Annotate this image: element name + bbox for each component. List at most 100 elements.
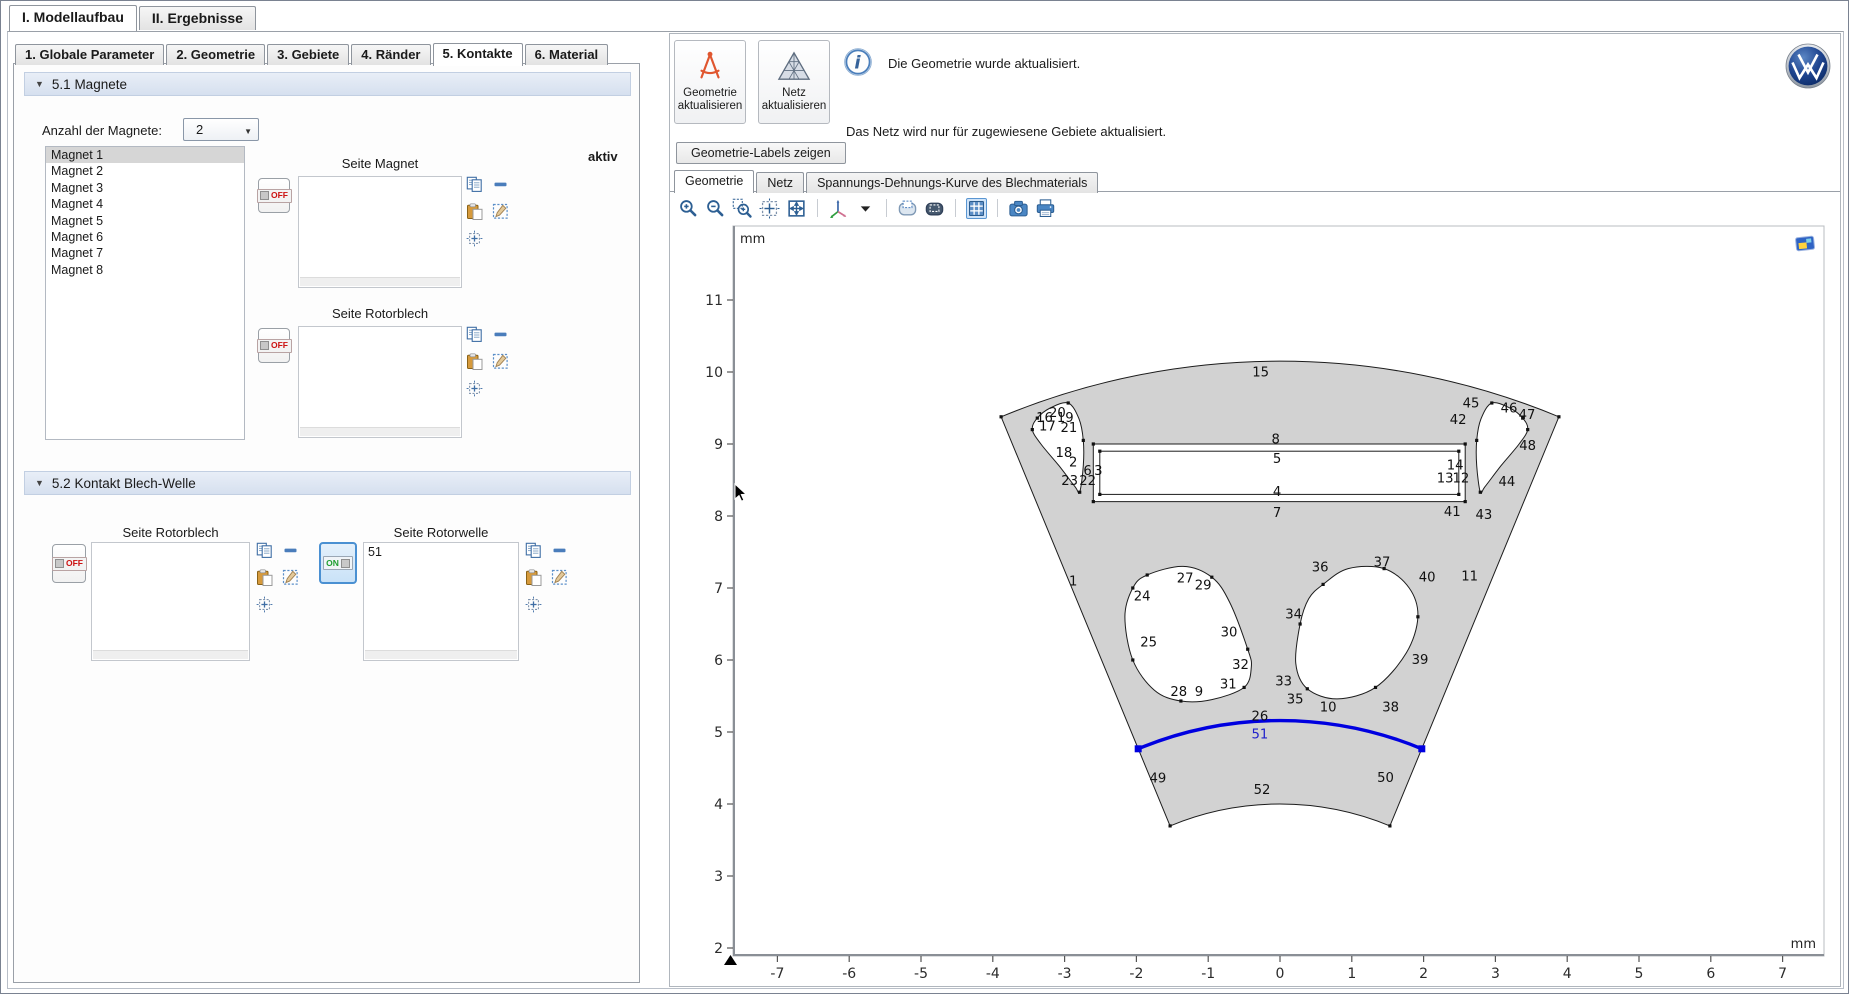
dropdown-caret-icon[interactable] — [855, 198, 876, 219]
sub-tab-5[interactable]: 5. Kontakte — [433, 43, 523, 66]
seite-magnet-toggle-off[interactable]: OFF — [258, 178, 290, 213]
copy-icon[interactable] — [256, 542, 273, 559]
vertex-dot — [1092, 500, 1095, 503]
view-tab-3[interactable]: Spannungs-Dehnungs-Kurve des Blechmateri… — [806, 172, 1098, 193]
view-tab-2[interactable]: Netz — [756, 172, 804, 193]
show-geometry-labels-button[interactable]: Geometrie-Labels zeigen — [676, 142, 846, 164]
compass-icon — [691, 49, 729, 83]
info-icon: i — [842, 46, 874, 78]
zoom-selection-icon[interactable] — [256, 596, 273, 613]
camera-icon[interactable] — [1008, 198, 1029, 219]
kontakte-settings-panel: ▼ 5.1 Magnete Anzahl der Magnete: 2 ▼ Ma… — [13, 63, 640, 983]
sub-tab-6[interactable]: 6. Material — [525, 44, 609, 65]
remove-icon[interactable] — [492, 176, 509, 193]
hscrollbar[interactable] — [300, 427, 460, 436]
copy-icon[interactable] — [466, 176, 483, 193]
main-tab-1[interactable]: I. Modellaufbau — [9, 5, 137, 31]
edge-label-20: 20 — [1049, 406, 1066, 421]
zoom-in-icon[interactable] — [678, 198, 699, 219]
magnet-list-item[interactable]: Magnet 7 — [46, 245, 244, 261]
section-header-kontakt[interactable]: ▼ 5.2 Kontakt Blech-Welle — [24, 471, 631, 495]
magnet-list-item[interactable]: Magnet 6 — [46, 229, 244, 245]
magnet-list-item[interactable]: Magnet 8 — [46, 262, 244, 278]
magnet-list-item[interactable]: Magnet 1 — [46, 147, 244, 163]
edge-label-27: 27 — [1177, 571, 1194, 586]
vertex-dot — [1131, 658, 1134, 661]
zoom-selection-icon[interactable] — [525, 596, 542, 613]
axis-orientation-icon[interactable] — [828, 198, 849, 219]
scene-dark-icon[interactable] — [924, 198, 945, 219]
hscrollbar[interactable] — [93, 650, 248, 659]
grid-icon[interactable] — [966, 198, 987, 219]
kontakt-rotorblech-selection-box[interactable] — [91, 542, 250, 661]
clear-selection-icon[interactable] — [282, 569, 299, 586]
paste-icon[interactable] — [466, 203, 483, 220]
x-tick-label: -6 — [842, 966, 856, 982]
chevron-down-icon: ▼ — [244, 127, 252, 136]
toggle-square-icon — [260, 191, 269, 200]
magnet-list[interactable]: Magnet 1Magnet 2Magnet 3Magnet 4Magnet 5… — [45, 146, 245, 440]
zoom-selection-icon[interactable] — [466, 380, 483, 397]
edge-label-9: 9 — [1195, 685, 1203, 700]
clear-selection-icon[interactable] — [492, 353, 509, 370]
remove-icon[interactable] — [551, 542, 568, 559]
sub-tab-1[interactable]: 1. Globale Parameter — [15, 44, 164, 65]
magnet-list-item[interactable]: Magnet 5 — [46, 213, 244, 229]
y-tick-label: 4 — [714, 797, 723, 813]
kontakt-rotorwelle-toggle-on[interactable]: ON — [319, 542, 357, 584]
edge-label-10: 10 — [1320, 700, 1337, 715]
remove-icon[interactable] — [282, 542, 299, 559]
toolbar-separator — [886, 199, 887, 217]
vertex-dot — [1557, 415, 1560, 418]
vertex-dot — [1098, 450, 1101, 453]
zoom-out-icon[interactable] — [705, 198, 726, 219]
toolbar-separator — [997, 199, 998, 217]
copy-icon[interactable] — [466, 326, 483, 343]
scene-light-icon[interactable] — [897, 198, 918, 219]
magnet-list-item[interactable]: Magnet 2 — [46, 163, 244, 179]
section-title: 5.1 Magnete — [52, 77, 127, 92]
main-tab-2[interactable]: II. Ergebnisse — [139, 6, 256, 30]
kontakt-rotorwelle-selection-box[interactable]: 51 — [363, 542, 519, 661]
paste-icon[interactable] — [256, 569, 273, 586]
selection-toolbar — [466, 176, 509, 247]
snapshot-icon[interactable] — [1795, 236, 1814, 251]
clear-selection-icon[interactable] — [551, 569, 568, 586]
kontakt-rotorblech-toggle-off[interactable]: OFF — [52, 544, 86, 583]
hscrollbar[interactable] — [365, 650, 517, 659]
seite-rotorblech-toggle-off[interactable]: OFF — [258, 328, 290, 363]
update-mesh-button[interactable]: Netz aktualisieren — [758, 40, 830, 124]
update-geometry-button[interactable]: Geometrie aktualisieren — [674, 40, 746, 124]
hscrollbar[interactable] — [300, 277, 460, 286]
edge-label-15: 15 — [1252, 366, 1269, 381]
vertex-dot — [1031, 428, 1034, 431]
seite-magnet-selection-box[interactable] — [298, 176, 462, 288]
plot-canvas[interactable]: -7-6-5-4-3-2-101234567234567891011mmmm12… — [688, 218, 1838, 994]
paste-icon[interactable] — [466, 353, 483, 370]
vertex-dot — [1092, 442, 1095, 445]
print-icon[interactable] — [1035, 198, 1056, 219]
view-tab-1[interactable]: Geometrie — [674, 170, 754, 193]
magnet-list-item[interactable]: Magnet 4 — [46, 196, 244, 212]
zoom-box-icon[interactable] — [732, 198, 753, 219]
section-header-magnete[interactable]: ▼ 5.1 Magnete — [24, 72, 631, 96]
paste-icon[interactable] — [525, 569, 542, 586]
zoom-extents-icon[interactable] — [786, 198, 807, 219]
clear-selection-icon[interactable] — [492, 203, 509, 220]
graphics-panel: Geometrie aktualisieren Netz aktualisier… — [669, 33, 1841, 987]
seite-rotorblech-selection-box[interactable] — [298, 326, 462, 438]
sub-tab-3[interactable]: 3. Gebiete — [267, 44, 349, 65]
remove-icon[interactable] — [492, 326, 509, 343]
vertex-dot — [1246, 648, 1249, 651]
magnet-list-item[interactable]: Magnet 3 — [46, 180, 244, 196]
sub-tab-2[interactable]: 2. Geometrie — [166, 44, 265, 65]
zoom-selected-icon[interactable] — [759, 198, 780, 219]
edge-label-35: 35 — [1287, 692, 1304, 707]
zoom-selection-icon[interactable] — [466, 230, 483, 247]
x-tick-label: 1 — [1347, 966, 1356, 982]
vertex-dot — [1082, 439, 1085, 442]
anzahl-magnete-dropdown[interactable]: 2 ▼ — [183, 118, 259, 141]
sub-tab-4[interactable]: 4. Ränder — [351, 44, 430, 65]
copy-icon[interactable] — [525, 542, 542, 559]
vertex-dot — [1457, 450, 1460, 453]
